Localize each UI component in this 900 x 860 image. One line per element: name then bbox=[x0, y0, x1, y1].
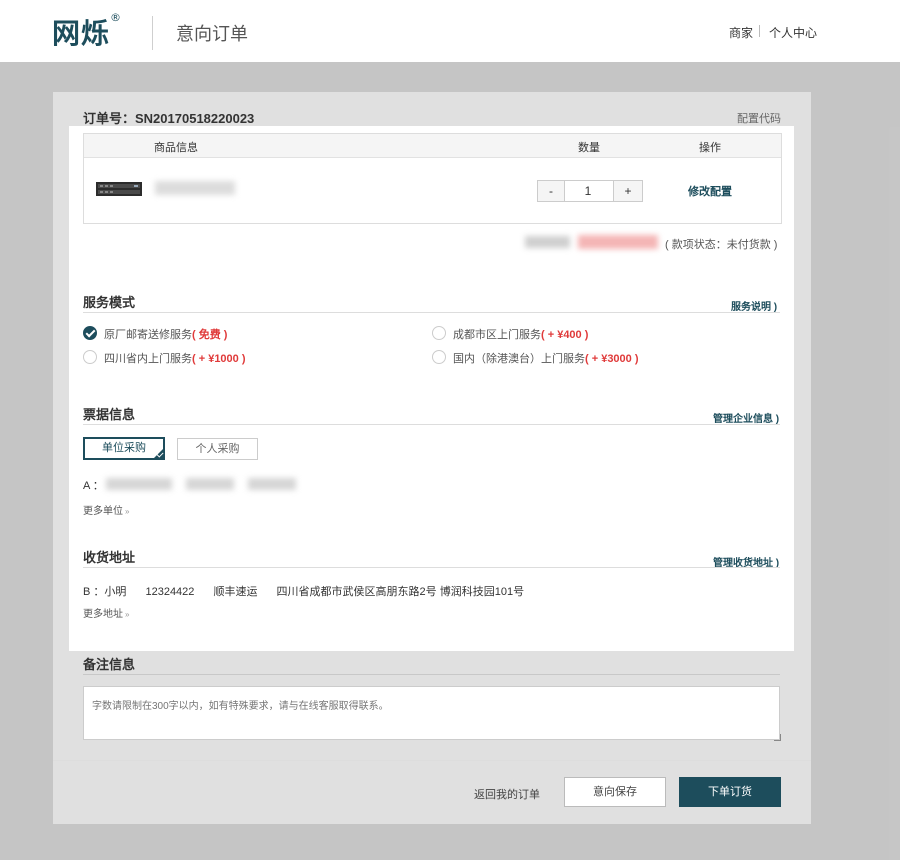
invoice-divider bbox=[83, 424, 780, 425]
payment-status: ( 款项状态：未付货款 ) bbox=[665, 239, 778, 251]
nav-separator bbox=[759, 25, 760, 37]
order-number: 订单号：SN20170518220023 bbox=[83, 111, 255, 126]
nav-merchant-link[interactable]: 商家 bbox=[729, 24, 753, 41]
manage-company-link[interactable]: 管理企业信息 ) bbox=[713, 410, 779, 425]
price-value-redacted bbox=[578, 235, 658, 249]
service-radio-chengdu[interactable] bbox=[432, 326, 446, 340]
header-action: 操作 bbox=[699, 142, 721, 154]
service-radio-national[interactable] bbox=[432, 350, 446, 364]
header-quantity: 数量 bbox=[578, 142, 600, 154]
option-label: 成都市区上门服务 bbox=[453, 329, 541, 341]
recipient-address: 四川省成都市武侯区高朋东路2号 博润科技园101号 bbox=[276, 586, 525, 598]
top-header bbox=[0, 0, 900, 62]
quantity-input[interactable]: 1 bbox=[563, 180, 613, 202]
option-label: 原厂邮寄送修服务 bbox=[104, 329, 192, 341]
invoice-section-title: 票据信息 bbox=[83, 407, 136, 422]
option-label: 国内（除港澳台）上门服务 bbox=[453, 353, 585, 365]
option-price: ( + ¥400 ) bbox=[541, 329, 589, 341]
header-divider bbox=[152, 16, 153, 50]
recipient-phone: 12324422 bbox=[145, 586, 195, 598]
back-to-orders-link[interactable]: 返回我的订单 bbox=[474, 786, 540, 802]
logo-text: 网烁 bbox=[52, 17, 111, 50]
tab-personal-purchase[interactable]: 个人采购 bbox=[177, 438, 258, 460]
registered-mark: ® bbox=[110, 10, 123, 24]
recipient-name: B ：小明 bbox=[83, 586, 127, 598]
price-label-redacted bbox=[525, 236, 570, 248]
tab-unit-label: 单位采购 bbox=[102, 442, 146, 454]
invoice-company-redacted bbox=[106, 478, 172, 490]
shipping-address-entry[interactable]: B ：小明 12324422 顺丰速运 四川省成都市武侯区高朋东路2号 博润科技… bbox=[83, 583, 540, 599]
service-divider bbox=[83, 312, 780, 313]
chevron-down-icon: » bbox=[125, 507, 130, 516]
brand-logo[interactable]: 网烁® bbox=[52, 10, 123, 52]
more-addresses-link[interactable]: 更多地址» bbox=[83, 605, 129, 620]
service-option-chengdu[interactable]: 成都市区上门服务( + ¥400 ) bbox=[453, 326, 588, 342]
remarks-section-title: 备注信息 bbox=[83, 657, 136, 672]
server-product-icon bbox=[96, 182, 142, 196]
courier-name: 顺丰速运 bbox=[213, 586, 258, 598]
modify-config-link[interactable]: 修改配置 bbox=[688, 183, 732, 199]
chevron-down-icon: » bbox=[125, 610, 130, 619]
product-name-redacted bbox=[155, 181, 235, 195]
header-product-info: 商品信息 bbox=[154, 142, 198, 154]
more-units-label: 更多单位 bbox=[83, 506, 123, 517]
invoice-taxid-redacted bbox=[186, 478, 234, 490]
remarks-divider bbox=[83, 674, 780, 675]
service-option-factory[interactable]: 原厂邮寄送修服务( 免费 ) bbox=[104, 326, 227, 342]
save-intent-button[interactable]: 意向保存 bbox=[564, 777, 666, 807]
tab-unit-purchase[interactable]: 单位采购 bbox=[83, 437, 165, 460]
service-section-title: 服务模式 bbox=[83, 295, 136, 310]
quantity-decrement-button[interactable]: - bbox=[537, 180, 565, 202]
more-addresses-label: 更多地址 bbox=[83, 609, 123, 620]
invoice-entry-prefix: A ： bbox=[83, 480, 104, 492]
footer-divider bbox=[53, 760, 811, 761]
service-option-national[interactable]: 国内（除港澳台）上门服务( + ¥3000 ) bbox=[453, 350, 639, 366]
nav-user-center-link[interactable]: 个人中心 bbox=[769, 24, 817, 41]
config-code-link[interactable]: 配置代码 bbox=[737, 110, 781, 126]
more-units-link[interactable]: 更多单位» bbox=[83, 502, 129, 517]
option-price: ( + ¥3000 ) bbox=[585, 353, 639, 365]
page-title: 意向订单 bbox=[176, 24, 248, 44]
shipping-divider bbox=[83, 567, 780, 568]
option-price: ( + ¥1000 ) bbox=[192, 353, 246, 365]
service-info-link[interactable]: 服务说明 ) bbox=[731, 298, 777, 313]
shipping-section-title: 收货地址 bbox=[83, 550, 136, 565]
service-option-sichuan[interactable]: 四川省内上门服务( + ¥1000 ) bbox=[104, 350, 246, 366]
invoice-extra-redacted bbox=[248, 478, 296, 490]
service-radio-factory[interactable] bbox=[83, 326, 97, 340]
place-order-button[interactable]: 下单订货 bbox=[679, 777, 781, 807]
option-label: 四川省内上门服务 bbox=[104, 353, 192, 365]
remarks-textarea[interactable] bbox=[83, 686, 780, 740]
resize-handle-icon[interactable] bbox=[774, 734, 781, 741]
quantity-increment-button[interactable]: + bbox=[613, 180, 643, 202]
service-radio-sichuan[interactable] bbox=[83, 350, 97, 364]
option-price: ( 免费 ) bbox=[192, 329, 228, 341]
